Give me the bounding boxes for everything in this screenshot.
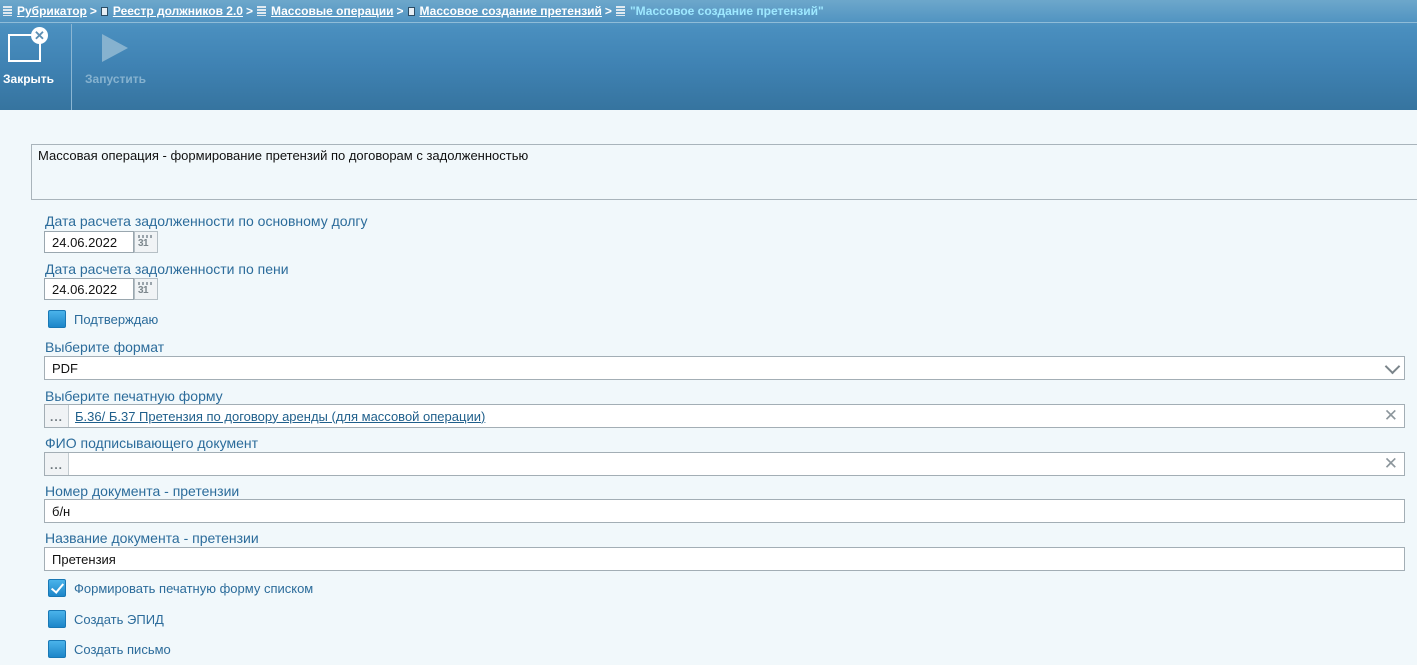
penalty-date-label: Дата расчета задолженности по пени (45, 261, 289, 277)
signer-field[interactable]: ... ✕ (44, 452, 1405, 476)
breadcrumb-item-mass-claims[interactable]: Массовое создание претензий (407, 4, 602, 18)
breadcrumb-item-current: "Массовое создание претензий" (615, 4, 824, 18)
create-epid-row[interactable]: Создать ЭПИД (48, 610, 164, 628)
signer-label: ФИО подписывающего документ (45, 435, 259, 451)
breadcrumb-item-mass-operations[interactable]: Массовые операции (256, 4, 394, 18)
print-as-list-row[interactable]: Формировать печатную форму списком (48, 579, 313, 597)
picker-button[interactable]: ... (45, 453, 69, 475)
breadcrumb-separator: > (396, 4, 404, 18)
confirm-checkbox[interactable] (48, 310, 66, 328)
breadcrumb-link[interactable]: Реестр должников 2.0 (113, 4, 243, 18)
breadcrumb-separator: > (245, 4, 253, 18)
breadcrumb-link[interactable]: Рубрикатор (17, 4, 87, 18)
breadcrumb-link[interactable]: Массовые операции (271, 4, 394, 18)
breadcrumb-link[interactable]: Массовое создание претензий (420, 4, 602, 18)
create-epid-checkbox[interactable] (48, 610, 66, 628)
toolbar-divider (71, 24, 72, 110)
debt-date-label: Дата расчета задолженности по основному … (45, 213, 368, 229)
breadcrumb-item-rubricator[interactable]: Рубрикатор (3, 4, 87, 18)
document-icon (407, 6, 415, 16)
create-epid-label: Создать ЭПИД (74, 611, 164, 627)
doc-number-label: Номер документа - претензии (45, 483, 240, 499)
play-icon (102, 34, 128, 62)
doc-name-input[interactable]: Претензия (44, 547, 1405, 571)
run-button-label: Запустить (85, 72, 146, 86)
format-select[interactable]: PDF (44, 356, 1405, 380)
breadcrumb: Рубрикатор > Реестр должников 2.0 > Масс… (0, 0, 1417, 23)
list-icon (3, 6, 12, 16)
calendar-icon[interactable]: 31 (134, 278, 158, 300)
document-icon (100, 6, 108, 16)
confirm-checkbox-label: Подтверждаю (74, 311, 159, 327)
picker-button[interactable]: ... (45, 405, 69, 427)
doc-number-input[interactable]: б/н (44, 499, 1405, 523)
confirm-checkbox-row[interactable]: Подтверждаю (48, 310, 158, 328)
close-icon: ✕ (31, 27, 48, 44)
debt-date-input[interactable]: 24.06.2022 (44, 231, 134, 253)
print-form-field[interactable]: ... Б.36/ Б.37 Претензия по договору аре… (44, 404, 1405, 428)
print-form-link[interactable]: Б.36/ Б.37 Претензия по договору аренды … (69, 409, 485, 424)
create-letter-row[interactable]: Создать письмо (48, 640, 171, 658)
run-button[interactable]: Запустить (80, 24, 150, 110)
print-as-list-label: Формировать печатную форму списком (74, 580, 314, 596)
breadcrumb-current: "Массовое создание претензий" (629, 4, 824, 18)
close-button-label: Закрыть (3, 72, 55, 86)
create-letter-checkbox[interactable] (48, 640, 66, 658)
breadcrumb-separator: > (604, 4, 612, 18)
breadcrumb-separator: > (89, 4, 97, 18)
penalty-date-input[interactable]: 24.06.2022 (44, 278, 134, 300)
close-button[interactable]: ✕ Закрыть (0, 24, 54, 110)
clear-icon[interactable]: ✕ (1384, 455, 1398, 473)
print-form-label: Выберите печатную форму (45, 388, 223, 404)
calendar-icon[interactable]: 31 (134, 231, 158, 253)
doc-name-label: Название документа - претензии (45, 530, 259, 546)
print-as-list-checkbox[interactable] (48, 579, 66, 597)
clear-icon[interactable]: ✕ (1384, 407, 1398, 425)
list-icon (615, 6, 625, 16)
chevron-down-icon[interactable] (1384, 358, 1401, 375)
top-toolbar: Рубрикатор > Реестр должников 2.0 > Масс… (0, 0, 1417, 110)
breadcrumb-item-debtor-registry[interactable]: Реестр должников 2.0 (100, 4, 243, 18)
format-select-value: PDF (52, 360, 78, 376)
create-letter-label: Создать письмо (74, 641, 171, 657)
list-icon (256, 6, 266, 16)
operation-description: Массовая операция - формирование претенз… (31, 144, 1417, 200)
calendar-day-glyph: 31 (138, 285, 149, 296)
format-label: Выберите формат (45, 339, 165, 355)
doc-name-value: Претензия (52, 551, 116, 567)
calendar-day-glyph: 31 (138, 238, 149, 249)
doc-number-value: б/н (52, 503, 71, 519)
